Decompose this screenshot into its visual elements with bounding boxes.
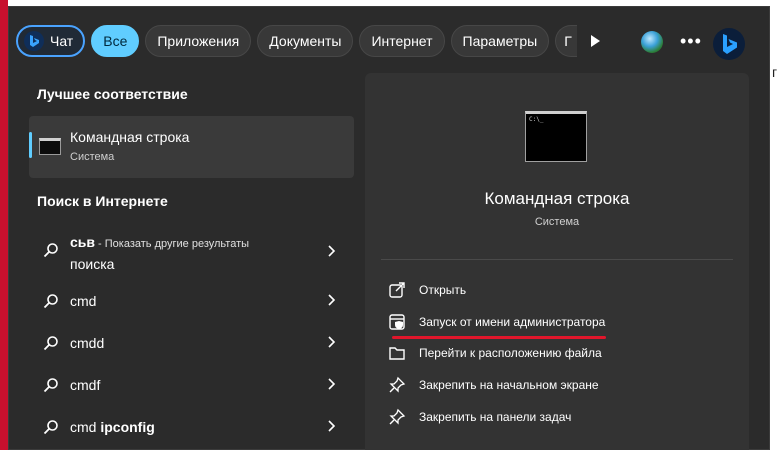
best-match-item[interactable] [29, 116, 354, 178]
search-filter-bar: Чат Все Приложения Документы Интернет Па… [16, 22, 578, 60]
web-result-text: cmd ipconfig [70, 419, 155, 435]
settings-filter-button[interactable]: Параметры [450, 25, 550, 57]
action-run-as-admin-label: Запуск от имени администратора [419, 315, 606, 329]
internet-filter-button[interactable]: Интернет [359, 25, 445, 57]
web-result-text: cmdd [70, 335, 105, 351]
chevron-right-icon [328, 245, 336, 257]
web-result-item[interactable]: cmd [29, 281, 354, 321]
folder-icon [389, 347, 405, 360]
best-match-name: Командная строка [70, 129, 190, 145]
web-result-item[interactable]: cmdf [29, 365, 354, 405]
best-match-sub: Система [70, 151, 115, 163]
detail-title: Командная строка [484, 189, 630, 208]
apps-filter-button[interactable]: Приложения [145, 25, 252, 57]
scroll-right-play-icon[interactable] [588, 34, 602, 48]
web-result-text-line2: поиска [70, 256, 115, 272]
detail-divider [381, 259, 733, 260]
web-result-item[interactable]: cmdd [29, 323, 354, 363]
highlight-underline [392, 336, 606, 339]
best-match-heading: Лучшее соответствие [37, 86, 188, 102]
web-result-text: сьв - Показать другие результаты [70, 234, 250, 250]
command-prompt-large-icon: C:\_ [525, 111, 587, 162]
pin-icon [389, 376, 406, 393]
web-result-text: cmd [70, 293, 97, 309]
action-open-file-location[interactable]: Перейти к расположению файла [388, 341, 602, 365]
admin-shield-icon [389, 314, 405, 330]
detail-subtitle: Система [534, 216, 580, 228]
bing-chat-icon [24, 31, 44, 51]
bing-icon[interactable] [713, 28, 745, 60]
web-result-text: cmdf [70, 377, 101, 393]
more-options-icon[interactable]: ••• [680, 31, 702, 52]
command-prompt-icon [39, 138, 61, 155]
action-open[interactable]: Открыть [388, 278, 466, 302]
all-filter-button[interactable]: Все [91, 25, 140, 57]
profile-globe-icon[interactable] [641, 31, 663, 53]
background-window-edge [0, 0, 8, 450]
selection-accent [29, 132, 32, 158]
action-open-label: Открыть [419, 283, 467, 297]
chevron-right-icon [328, 420, 336, 432]
search-icon [43, 378, 58, 393]
action-pin-start-label: Закрепить на начальном экране [419, 378, 599, 392]
chat-filter-button[interactable]: Чат [16, 25, 86, 57]
open-icon [389, 282, 405, 298]
chat-filter-label: Чат [50, 33, 74, 49]
chevron-right-icon [328, 336, 336, 348]
action-open-file-location-label: Перейти к расположению файла [419, 346, 602, 360]
search-icon [43, 294, 58, 309]
search-icon [43, 336, 58, 351]
more-filter-button-cut[interactable]: Г [555, 25, 578, 57]
chevron-right-icon [328, 294, 336, 306]
search-icon [43, 420, 58, 435]
background-window-text: г [772, 64, 778, 80]
search-icon [43, 243, 58, 258]
web-search-heading: Поиск в Интернете [37, 193, 168, 209]
documents-filter-button[interactable]: Документы [257, 25, 354, 57]
action-pin-taskbar-label: Закрепить на панели задач [419, 410, 572, 424]
web-result-item[interactable]: сьв - Показать другие результаты поиска [29, 230, 354, 274]
web-result-item[interactable]: cmd ipconfig [29, 407, 354, 447]
action-run-as-admin[interactable]: Запуск от имени администратора [388, 310, 605, 334]
action-pin-taskbar[interactable]: Закрепить на панели задач [388, 405, 571, 429]
action-pin-start[interactable]: Закрепить на начальном экране [388, 373, 599, 397]
pin-icon [389, 408, 406, 425]
chevron-right-icon [328, 378, 336, 390]
